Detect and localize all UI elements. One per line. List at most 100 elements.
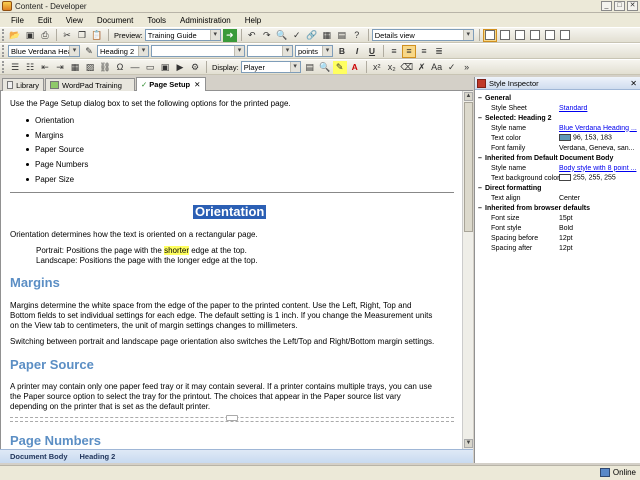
paste-icon[interactable]: 📋	[90, 29, 104, 42]
document-editor[interactable]: Use the Page Setup dialog box to set the…	[0, 91, 462, 449]
copy-icon[interactable]: ❐	[75, 29, 89, 42]
insert-table-icon[interactable]: ▦	[68, 61, 82, 74]
tab-library[interactable]: Library	[2, 78, 44, 91]
menu-help[interactable]: Help	[238, 16, 268, 25]
property-value-text: 15pt	[559, 214, 573, 222]
case-icon[interactable]: Aa	[430, 61, 444, 74]
property-value-text: Verdana, Geneva, san...	[559, 144, 635, 152]
indent-icon[interactable]: ⇥	[53, 61, 67, 74]
units-select[interactable]: points	[295, 45, 333, 57]
menu-tools[interactable]: Tools	[140, 16, 173, 25]
layout-split-icon[interactable]	[498, 29, 512, 42]
undo-icon[interactable]: ↶	[245, 29, 259, 42]
open-folder-icon[interactable]: 📂	[8, 29, 22, 42]
insert-note-icon[interactable]: ▣	[158, 61, 172, 74]
insert-media-icon[interactable]: ▶	[173, 61, 187, 74]
image-icon[interactable]: ▦	[320, 29, 334, 42]
underline-button[interactable]: U	[365, 45, 379, 58]
save-icon[interactable]: ▣	[23, 29, 37, 42]
spelling-icon[interactable]: ✓	[445, 61, 459, 74]
toolbar-separator	[240, 29, 242, 41]
print-icon[interactable]: ⎙	[38, 29, 52, 42]
display-settings-icon[interactable]: ▤	[303, 61, 317, 74]
highlight-icon[interactable]: ✎	[332, 60, 347, 74]
scroll-thumb[interactable]	[464, 102, 473, 232]
insert-image-icon[interactable]: ▨	[83, 61, 97, 74]
menu-edit[interactable]: Edit	[31, 16, 59, 25]
spell-check-icon[interactable]: ✓	[290, 29, 304, 42]
property-name: Font size	[491, 214, 520, 222]
align-right-icon[interactable]: ≡	[417, 45, 431, 58]
style-edit-icon[interactable]: ✎	[82, 45, 96, 58]
superscript-button[interactable]: x²	[370, 61, 384, 74]
insert-symbol-icon[interactable]: Ω	[113, 61, 127, 74]
property-value-text: 12pt	[559, 234, 573, 242]
toolbar-format: Blue Verdana Headi... ✎ Heading 2 points…	[0, 43, 640, 59]
italic-button[interactable]: I	[350, 45, 364, 58]
view-mode-select[interactable]: Details view	[371, 29, 474, 41]
online-label: Online	[612, 468, 636, 477]
display-select[interactable]: Player	[240, 61, 301, 73]
bold-button[interactable]: B	[335, 45, 349, 58]
outdent-icon[interactable]: ⇤	[38, 61, 52, 74]
font-size-select[interactable]	[247, 45, 293, 57]
align-left-icon[interactable]: ≡	[387, 45, 401, 58]
property-value: Bold	[559, 225, 639, 232]
portrait-text: Portrait: Positions the page with the sh…	[36, 246, 247, 257]
tab-wordpad-training[interactable]: WordPad Training	[45, 78, 135, 91]
scroll-up-icon[interactable]: ▲	[464, 92, 473, 101]
layout-full-icon[interactable]	[558, 29, 572, 42]
path-document-body[interactable]: Document Body	[10, 452, 68, 461]
insert-hr-icon[interactable]: ―	[128, 61, 142, 74]
link-icon[interactable]: 🔗	[305, 29, 319, 42]
menu-view[interactable]: View	[59, 16, 90, 25]
scroll-down-icon[interactable]: ▼	[464, 439, 473, 448]
path-heading-2[interactable]: Heading 2	[80, 452, 116, 461]
layout-single-icon[interactable]	[482, 28, 497, 42]
preview-select[interactable]: Training Guide	[144, 29, 221, 41]
tab-page-setup[interactable]: ✓ Page Setup ✕	[136, 77, 206, 91]
layout-bottom-icon[interactable]	[528, 29, 542, 42]
align-justify-icon[interactable]: ≣	[432, 45, 446, 58]
layout-grid-icon[interactable]	[543, 29, 557, 42]
table-icon[interactable]: ▤	[335, 29, 349, 42]
insert-link-icon[interactable]: ⛓	[98, 61, 112, 74]
style-sheet-select[interactable]: Blue Verdana Headi...	[8, 45, 80, 57]
more-icon[interactable]: »	[460, 61, 474, 74]
minimize-button[interactable]: _	[601, 1, 612, 11]
list-item-text: Margins	[35, 131, 64, 140]
property-link[interactable]: Blue Verdana Heading ...	[559, 125, 639, 132]
cut-icon[interactable]: ✂	[60, 29, 74, 42]
properties-icon[interactable]: ⚙	[188, 61, 202, 74]
inspector-property: Style name Blue Verdana Heading ...	[475, 123, 640, 133]
subscript-button[interactable]: x₂	[385, 61, 399, 74]
go-arrow-icon[interactable]: ➜	[222, 28, 237, 42]
numbered-list-icon[interactable]: ☰	[8, 61, 22, 74]
menu-file[interactable]: File	[4, 16, 31, 25]
help-icon[interactable]: ?	[350, 29, 364, 42]
menu-document[interactable]: Document	[90, 16, 140, 25]
redo-icon[interactable]: ↷	[260, 29, 274, 42]
toolbar-grip[interactable]	[2, 45, 5, 57]
paragraph-style-select[interactable]: Heading 2	[97, 45, 149, 57]
bullet-list-icon[interactable]: ☷	[23, 61, 37, 74]
insert-field-icon[interactable]: ▭	[143, 61, 157, 74]
maximize-button[interactable]: □	[614, 1, 625, 11]
toolbar-grip[interactable]	[2, 61, 5, 73]
close-tab-icon[interactable]: ✕	[194, 80, 200, 89]
menu-administration[interactable]: Administration	[173, 16, 238, 25]
close-inspector-icon[interactable]: ✕	[630, 79, 637, 88]
toolbar-grip[interactable]	[2, 29, 5, 41]
find-icon[interactable]: 🔍	[275, 29, 289, 42]
eraser-icon[interactable]: ⌫	[400, 61, 414, 74]
document-scrollbar[interactable]: ▲ ▼	[462, 91, 473, 449]
clear-format-icon[interactable]: ✗	[415, 61, 429, 74]
font-family-select[interactable]	[151, 45, 245, 57]
property-link[interactable]: Body style with 8 point ...	[559, 165, 639, 172]
align-center-icon[interactable]: ≡	[402, 44, 416, 58]
font-color-icon[interactable]: A	[348, 61, 362, 74]
property-link[interactable]: Standard	[559, 105, 639, 112]
layout-right-icon[interactable]	[513, 29, 527, 42]
close-button[interactable]: ✕	[627, 1, 638, 11]
zoom-icon[interactable]: 🔍	[318, 61, 332, 74]
